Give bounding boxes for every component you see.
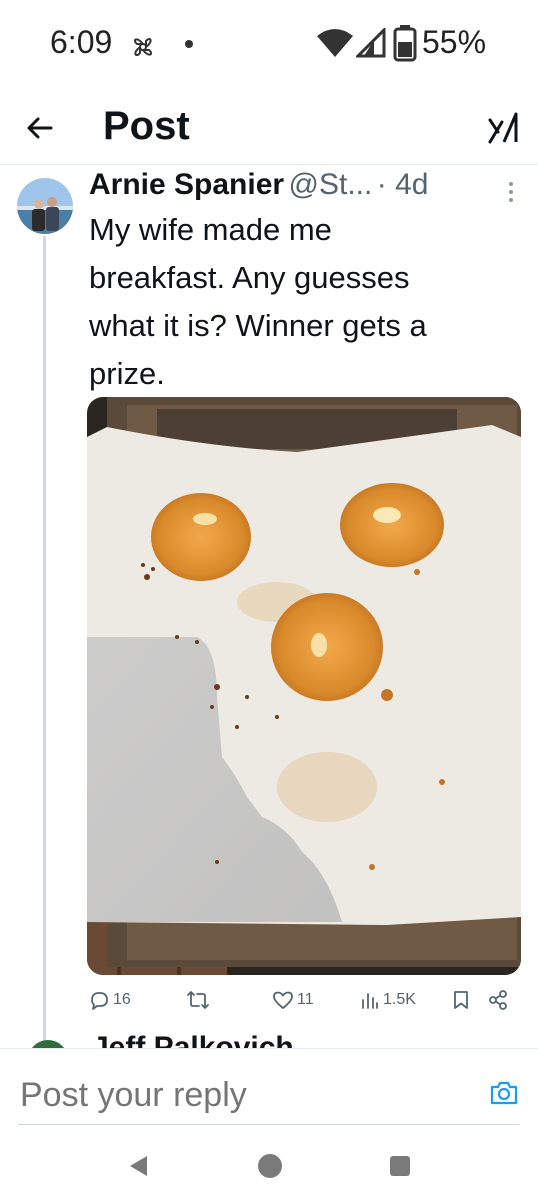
- page-title: Post: [103, 104, 190, 148]
- fan-icon: [133, 37, 153, 57]
- share-icon: [489, 990, 507, 1010]
- reply-button[interactable]: 16: [88, 982, 131, 1018]
- reply-divider: [18, 1124, 520, 1125]
- notification-dot-icon: [185, 40, 193, 48]
- repost-icon: [187, 991, 209, 1009]
- tweet-actions: 16 11 1.5K: [0, 982, 538, 1018]
- tweet-text-line: My wife made me: [89, 212, 332, 247]
- battery-percentage: 55%: [422, 24, 487, 60]
- author-handle[interactable]: @St...: [289, 168, 373, 201]
- grok-icon[interactable]: [486, 110, 522, 146]
- reply-count: 16: [113, 991, 131, 1008]
- share-button[interactable]: [487, 982, 509, 1018]
- status-time: 6:09: [50, 24, 113, 60]
- top-bar: Post: [0, 90, 538, 165]
- tweet-photo[interactable]: [87, 397, 521, 975]
- tweet-header: Arnie Spanier @St... · 4d: [89, 168, 529, 208]
- thread-line: [43, 236, 46, 1056]
- reply-icon: [91, 992, 108, 1010]
- bookmark-icon: [454, 991, 468, 1009]
- repost-button[interactable]: [186, 982, 210, 1018]
- camera-icon[interactable]: [488, 1077, 520, 1109]
- more-options-icon[interactable]: [504, 178, 518, 206]
- back-arrow-icon[interactable]: [20, 108, 60, 148]
- views-button[interactable]: 1.5K: [360, 982, 416, 1018]
- like-button[interactable]: 11: [272, 982, 314, 1018]
- tweet-text: My wife made me breakfast. Any guesses w…: [89, 206, 519, 398]
- bookmark-button[interactable]: [451, 982, 471, 1018]
- tweet-text-line: breakfast. Any guesses: [89, 260, 410, 295]
- reply-input[interactable]: [18, 1075, 465, 1116]
- author-name[interactable]: Arnie Spanier: [89, 168, 284, 201]
- views-icon: [362, 993, 378, 1009]
- system-nav-bar: [0, 1130, 538, 1200]
- next-reply-avatar[interactable]: [0, 1040, 538, 1048]
- author-avatar[interactable]: [17, 178, 73, 234]
- battery-icon: [393, 25, 417, 62]
- views-count: 1.5K: [383, 991, 416, 1008]
- nav-recents-icon[interactable]: [389, 1155, 411, 1177]
- reply-composer: [0, 1048, 538, 1125]
- wifi-icon: [317, 29, 353, 57]
- nav-home-icon[interactable]: [257, 1153, 283, 1179]
- time-separator: ·: [376, 168, 396, 201]
- post-time: 4d: [395, 168, 429, 201]
- heart-icon: [273, 991, 293, 1009]
- tweet-text-line: what it is? Winner gets a: [89, 308, 427, 343]
- like-count: 11: [297, 991, 314, 1008]
- cell-signal-icon: [356, 28, 386, 58]
- nav-back-icon[interactable]: [127, 1154, 151, 1178]
- tweet-text-line: prize.: [89, 356, 165, 391]
- status-bar: 6:09 55%: [0, 0, 538, 90]
